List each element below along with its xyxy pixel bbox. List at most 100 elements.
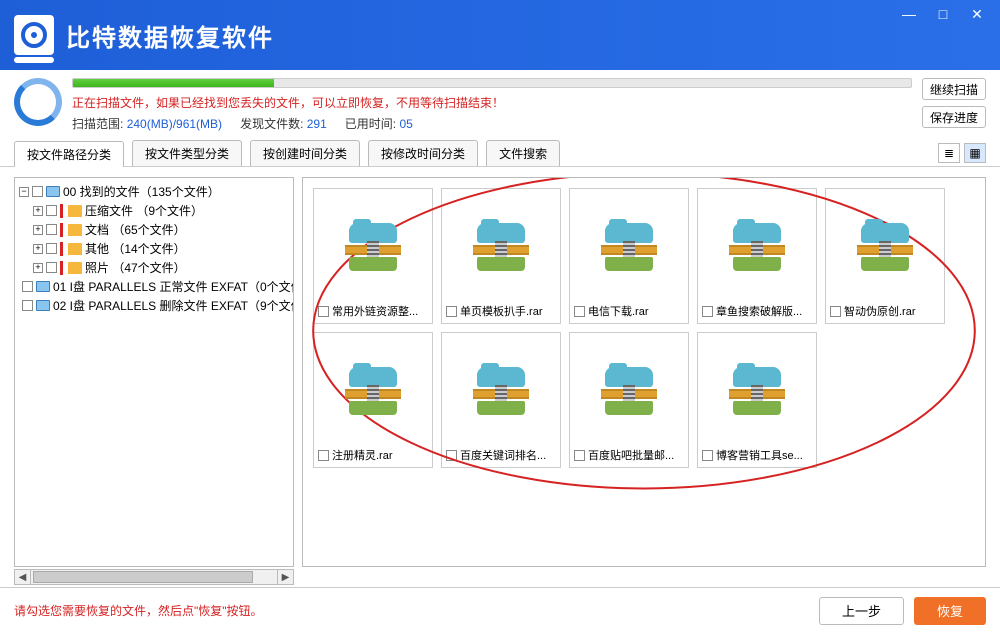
file-item[interactable]: 电信下载.rar xyxy=(569,188,689,324)
app-logo xyxy=(14,15,54,55)
scroll-left-icon[interactable]: ◀ xyxy=(15,570,31,584)
file-name: 百度贴吧批量邮... xyxy=(588,447,684,463)
expand-icon[interactable]: + xyxy=(33,244,43,254)
disk-icon xyxy=(46,186,60,197)
tree-node-docs[interactable]: + 文档 （65个文件） xyxy=(19,220,289,239)
checkbox[interactable] xyxy=(574,306,585,317)
maximize-button[interactable]: □ xyxy=(928,4,958,24)
progress-fill xyxy=(73,79,274,87)
minimize-button[interactable]: — xyxy=(894,4,924,24)
tree-label: 00 找到的文件（135个文件） xyxy=(63,183,220,200)
range-label: 扫描范围: xyxy=(72,117,123,131)
titlebar: 比特数据恢复软件 — □ ✕ xyxy=(0,0,1000,70)
archive-icon xyxy=(601,223,657,271)
checkbox[interactable] xyxy=(702,306,713,317)
archive-icon xyxy=(473,367,529,415)
file-name: 章鱼搜索破解版... xyxy=(716,303,812,319)
archive-icon xyxy=(729,367,785,415)
tree-node-found[interactable]: − 00 找到的文件（135个文件） xyxy=(19,182,289,201)
prev-step-button[interactable]: 上一步 xyxy=(819,597,904,625)
collapse-icon[interactable]: − xyxy=(19,187,29,197)
tree-panel[interactable]: − 00 找到的文件（135个文件） + 压缩文件 （9个文件） + 文档 （6… xyxy=(14,177,294,567)
checkbox[interactable] xyxy=(318,450,329,461)
checkbox[interactable] xyxy=(22,281,33,292)
expand-icon[interactable]: + xyxy=(33,225,43,235)
tab-by-mtime[interactable]: 按修改时间分类 xyxy=(368,140,478,166)
tree-node-other[interactable]: + 其他 （14个文件） xyxy=(19,239,289,258)
checkbox[interactable] xyxy=(446,306,457,317)
checkbox[interactable] xyxy=(46,205,57,216)
spinner-icon xyxy=(14,78,62,126)
scan-progress xyxy=(72,78,912,88)
marker-icon xyxy=(60,261,63,275)
marker-icon xyxy=(60,204,63,218)
expand-icon[interactable]: + xyxy=(33,206,43,216)
checkbox[interactable] xyxy=(830,306,841,317)
window-controls: — □ ✕ xyxy=(894,4,992,24)
checkbox[interactable] xyxy=(46,243,57,254)
tab-by-ctime[interactable]: 按创建时间分类 xyxy=(250,140,360,166)
file-item[interactable]: 百度关键词排名... xyxy=(441,332,561,468)
file-item[interactable]: 单页模板扒手.rar xyxy=(441,188,561,324)
close-button[interactable]: ✕ xyxy=(962,4,992,24)
tree-node-archive[interactable]: + 压缩文件 （9个文件） xyxy=(19,201,289,220)
folder-icon xyxy=(68,262,82,274)
found-value: 291 xyxy=(307,117,327,131)
bottom-bar: 请勾选您需要恢复的文件，然后点"恢复"按钮。 上一步 恢复 xyxy=(0,587,1000,633)
folder-icon xyxy=(68,205,82,217)
file-item[interactable]: 智动伪原创.rar xyxy=(825,188,945,324)
file-name: 常用外链资源整... xyxy=(332,303,428,319)
checkbox[interactable] xyxy=(32,186,43,197)
checkbox[interactable] xyxy=(46,224,57,235)
file-grid-panel: 常用外链资源整... 单页模板扒手.rar 电信下载.rar 章鱼搜索破解版..… xyxy=(302,177,986,567)
file-item[interactable]: 注册精灵.rar xyxy=(313,332,433,468)
app-title: 比特数据恢复软件 xyxy=(66,18,274,53)
elapsed-label: 已用时间: xyxy=(345,117,396,131)
tab-search[interactable]: 文件搜索 xyxy=(486,140,560,166)
footer-hint: 请勾选您需要恢复的文件，然后点"恢复"按钮。 xyxy=(14,602,809,619)
recover-button[interactable]: 恢复 xyxy=(914,597,986,625)
file-name: 注册精灵.rar xyxy=(332,447,428,463)
file-name: 百度关键词排名... xyxy=(460,447,556,463)
marker-icon xyxy=(60,242,63,256)
scroll-thumb[interactable] xyxy=(33,571,253,583)
disk-icon xyxy=(36,300,50,311)
file-item[interactable]: 常用外链资源整... xyxy=(313,188,433,324)
folder-icon xyxy=(68,243,82,255)
file-item[interactable]: 百度贴吧批量邮... xyxy=(569,332,689,468)
file-item[interactable]: 章鱼搜索破解版... xyxy=(697,188,817,324)
expand-icon[interactable]: + xyxy=(33,263,43,273)
tab-by-path[interactable]: 按文件路径分类 xyxy=(14,141,124,167)
file-item[interactable]: 博客营销工具se... xyxy=(697,332,817,468)
archive-icon xyxy=(857,223,913,271)
checkbox[interactable] xyxy=(46,262,57,273)
list-view-button[interactable]: ≣ xyxy=(938,143,960,163)
grid-view-button[interactable]: ▦ xyxy=(964,143,986,163)
checkbox[interactable] xyxy=(446,450,457,461)
tree-node-deleted[interactable]: 02 I盘 PARALLELS 删除文件 EXFAT（9个文件） xyxy=(19,296,289,315)
main-area: − 00 找到的文件（135个文件） + 压缩文件 （9个文件） + 文档 （6… xyxy=(0,167,1000,567)
checkbox[interactable] xyxy=(702,450,713,461)
tree-label: 其他 （14个文件） xyxy=(85,240,186,257)
tab-by-type[interactable]: 按文件类型分类 xyxy=(132,140,242,166)
continue-scan-button[interactable]: 继续扫描 xyxy=(922,78,986,100)
file-name: 电信下载.rar xyxy=(588,303,684,319)
tabs-row: 按文件路径分类 按文件类型分类 按创建时间分类 按修改时间分类 文件搜索 ≣ ▦ xyxy=(0,134,1000,167)
checkbox[interactable] xyxy=(22,300,33,311)
archive-icon xyxy=(601,367,657,415)
save-progress-button[interactable]: 保存进度 xyxy=(922,106,986,128)
scroll-right-icon[interactable]: ▶ xyxy=(277,570,293,584)
tree-label: 文档 （65个文件） xyxy=(85,221,186,238)
tree-hscrollbar[interactable]: ◀ ▶ xyxy=(14,569,294,585)
file-name: 单页模板扒手.rar xyxy=(460,303,556,319)
marker-icon xyxy=(60,223,63,237)
elapsed-value: 05 xyxy=(399,117,412,131)
checkbox[interactable] xyxy=(318,306,329,317)
archive-icon xyxy=(729,223,785,271)
folder-icon xyxy=(68,224,82,236)
tree-node-normal[interactable]: 01 I盘 PARALLELS 正常文件 EXFAT（0个文件） xyxy=(19,277,289,296)
checkbox[interactable] xyxy=(574,450,585,461)
archive-icon xyxy=(345,367,401,415)
tree-node-photos[interactable]: + 照片 （47个文件） xyxy=(19,258,289,277)
view-toggle: ≣ ▦ xyxy=(938,143,986,163)
